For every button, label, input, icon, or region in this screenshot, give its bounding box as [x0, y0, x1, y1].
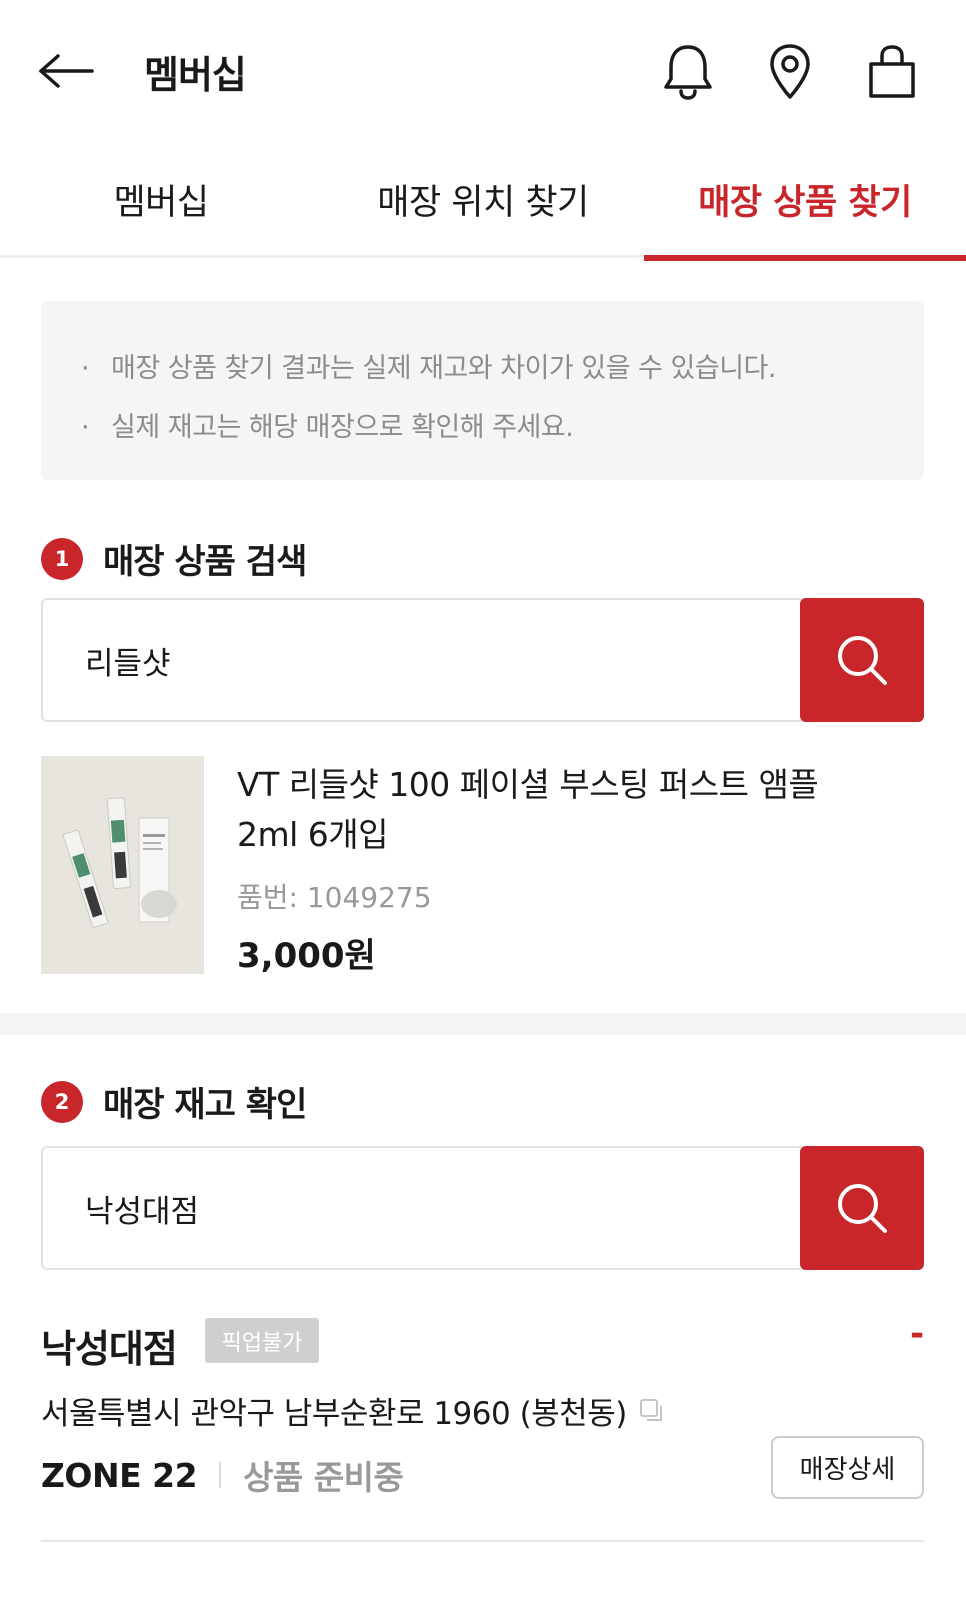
notice-box: 매장 상품 찾기 결과는 실제 재고와 차이가 있을 수 있습니다. 실제 재고… [41, 301, 924, 480]
product-image [41, 756, 204, 974]
product-search-heading: 1 매장 상품 검색 [41, 534, 307, 583]
product-search-button[interactable] [800, 598, 924, 722]
app-header: 멤버십 [0, 0, 966, 140]
stock-check-heading: 2 매장 재고 확인 [41, 1077, 307, 1126]
separator [219, 1462, 222, 1488]
location-pin-icon [770, 44, 810, 99]
store-address: 서울특별시 관악구 남부순환로 1960 (봉천동) [41, 1396, 627, 1432]
store-search-input[interactable] [43, 1148, 801, 1268]
notice-line: 실제 재고는 해당 매장으로 확인해 주세요. [81, 398, 884, 457]
copy-icon[interactable] [639, 1398, 665, 1424]
stock-quantity: - [910, 1314, 925, 1354]
store-search-box [41, 1146, 924, 1270]
search-icon [838, 1184, 887, 1233]
store-location-button[interactable] [760, 40, 820, 104]
tab-membership[interactable]: 멤버십 [0, 140, 322, 258]
section-title: 매장 재고 확인 [103, 1085, 307, 1125]
store-search-button[interactable] [800, 1146, 924, 1270]
shopping-bag-icon [869, 45, 915, 98]
zone-label: ZONE 22 [41, 1455, 198, 1495]
tab-store-product-search[interactable]: 매장 상품 찾기 [644, 140, 966, 261]
bell-icon [664, 45, 712, 100]
tab-store-locator[interactable]: 매장 위치 찾기 [322, 140, 644, 258]
divider [41, 1540, 924, 1542]
product-name: VT 리들샷 100 페이셜 부스팅 퍼스트 앰플 2ml 6개입 [237, 765, 819, 854]
store-name: 낙성대점 [41, 1327, 178, 1371]
section-divider [0, 1013, 966, 1035]
search-icon [838, 636, 887, 685]
store-address-row: 서울특별시 관악구 남부순환로 1960 (봉천동) [41, 1388, 665, 1433]
section-title: 매장 상품 검색 [103, 542, 307, 582]
step-badge: 2 [41, 1080, 83, 1123]
cart-button[interactable] [862, 40, 922, 104]
product-search-box [41, 598, 924, 722]
back-arrow-icon [39, 54, 94, 88]
store-detail-button[interactable]: 매장상세 [771, 1436, 924, 1499]
zone-row: ZONE 22 상품 준비중 [41, 1450, 404, 1500]
product-result[interactable]: VT 리들샷 100 페이셜 부스팅 퍼스트 앰플 2ml 6개입 품번: 10… [41, 756, 924, 976]
back-button[interactable] [38, 46, 104, 96]
stock-status: 상품 준비중 [243, 1458, 404, 1497]
tab-bar: 멤버십 매장 위치 찾기 매장 상품 찾기 [0, 140, 966, 261]
product-code: 품번: 1049275 [237, 881, 432, 914]
page-title: 멤버십 [144, 53, 247, 97]
notification-button[interactable] [658, 40, 718, 104]
step-badge: 1 [41, 537, 83, 580]
pickup-status-badge: 픽업불가 [205, 1318, 319, 1363]
product-search-input[interactable] [43, 600, 801, 720]
notice-line: 매장 상품 찾기 결과는 실제 재고와 차이가 있을 수 있습니다. [81, 339, 884, 398]
product-price: 3,000원 [237, 936, 376, 976]
